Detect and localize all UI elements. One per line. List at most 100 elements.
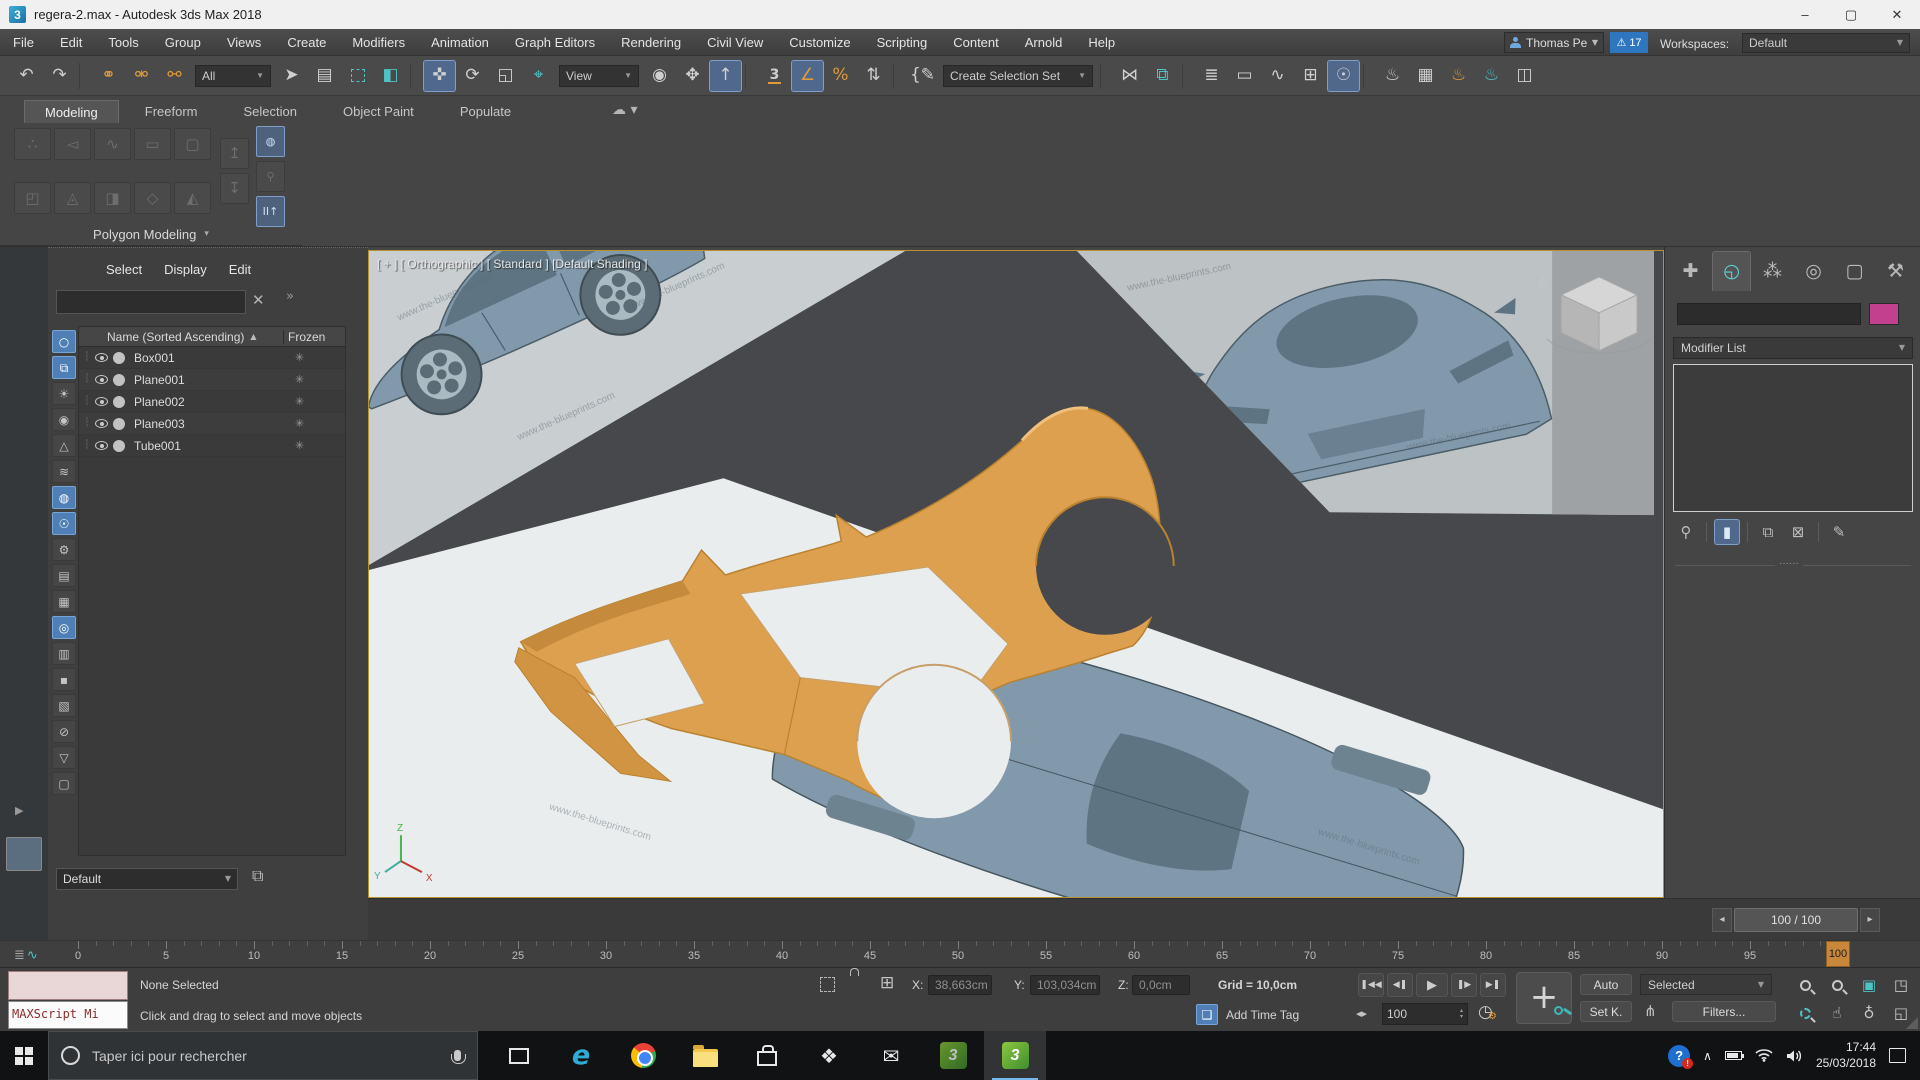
select-and-place-icon[interactable]: ⌖ — [522, 60, 555, 92]
go-to-end-button[interactable]: ▶❚ — [1480, 973, 1506, 997]
angle-snap-icon[interactable]: ∠ — [791, 60, 824, 92]
viewport[interactable]: [ + ] [ Orthographic ] [ Standard ] [Def… — [368, 250, 1664, 898]
configure-modifier-sets-icon[interactable]: ✎ — [1826, 519, 1852, 545]
user-account-dropdown[interactable]: Thomas Per... ▼ — [1504, 32, 1604, 53]
snaps-toggle-icon[interactable]: 3 — [758, 60, 791, 92]
time-tag-cube-icon[interactable]: ❑ — [1196, 1004, 1218, 1025]
menu-modifiers[interactable]: Modifiers — [339, 29, 418, 55]
ribbon-tool-icon[interactable]: ◇ — [134, 182, 171, 214]
ribbon-tab-freeform[interactable]: Freeform — [125, 100, 218, 123]
play-button[interactable]: ▶ — [1416, 973, 1448, 997]
pin-ribbon-icon[interactable]: ⚲ — [256, 161, 285, 192]
active-layer-dropdown[interactable]: Default▼ — [56, 868, 238, 890]
object-name[interactable]: Box001 — [134, 351, 287, 365]
display-spacewarps-icon[interactable]: ≋ — [52, 460, 76, 483]
display-containers-icon[interactable]: ⚙ — [52, 538, 76, 561]
frozen-column-header[interactable]: Frozen — [283, 330, 345, 344]
viewport-canvas[interactable]: www.the-blueprints.com www.the-blueprint… — [369, 251, 1663, 897]
collapse-down-icon[interactable]: ↧ — [220, 173, 249, 204]
explorer-menu-display[interactable]: Display — [164, 262, 207, 277]
ribbon-tool-icon[interactable]: ◅ — [54, 128, 91, 160]
display-cameras-icon[interactable]: ◉ — [52, 408, 76, 431]
edit-named-selection-sets-icon[interactable]: {✎ — [906, 60, 939, 92]
tray-expand-icon[interactable]: ∧ — [1703, 1050, 1712, 1062]
taskbar-3dsmax-active-icon[interactable]: 3 — [984, 1031, 1046, 1080]
reference-coordinate-system-dropdown[interactable]: View ▼ — [559, 65, 639, 87]
schematic-view-icon[interactable]: ⊞ — [1294, 60, 1327, 92]
display-all-icon[interactable]: ○ — [52, 330, 76, 353]
display-list2-icon[interactable]: ▪ — [52, 668, 76, 691]
viewport-label[interactable]: [ + ] [ Orthographic ] [ Standard ] [Def… — [377, 257, 648, 271]
name-column-header[interactable]: Name (Sorted Ascending) — [107, 330, 244, 344]
previous-frame-button[interactable]: ◀❚ — [1387, 973, 1413, 997]
current-frame-field[interactable]: 100 ▴▾ — [1382, 1003, 1468, 1025]
warning-badge[interactable]: ⚠ 17 — [1610, 32, 1648, 53]
menu-customize[interactable]: Customize — [776, 29, 863, 55]
time-configuration-icon[interactable]: ◷ — [1478, 1004, 1493, 1021]
menu-arnold[interactable]: Arnold — [1012, 29, 1076, 55]
auto-key-button[interactable]: Auto — [1580, 974, 1632, 995]
resize-grip[interactable] — [1906, 1017, 1918, 1029]
modifier-stack[interactable] — [1673, 364, 1913, 512]
menu-create[interactable]: Create — [274, 29, 339, 55]
set-keys-button[interactable]: + — [1516, 972, 1572, 1024]
ribbon-tab-modeling[interactable]: Modeling — [24, 100, 119, 123]
macro-recorder-box[interactable] — [8, 971, 128, 1000]
menu-views[interactable]: Views — [214, 29, 274, 55]
display-grids-icon[interactable]: ▦ — [52, 590, 76, 613]
menu-edit[interactable]: Edit — [47, 29, 95, 55]
ribbon-tool-icon[interactable]: ◰ — [14, 182, 51, 214]
show-end-result-icon[interactable]: ▮ — [1714, 519, 1740, 545]
display-helpers-icon[interactable]: △ — [52, 434, 76, 457]
clear-search-icon[interactable]: ✕ — [252, 293, 265, 308]
wifi-icon[interactable] — [1755, 1049, 1773, 1062]
remove-modifier-icon[interactable]: ⊠ — [1785, 519, 1811, 545]
list-header[interactable]: Name (Sorted Ascending) ▲ Frozen — [79, 327, 345, 347]
key-mode-toggle-icon[interactable]: ◂▸ — [1356, 1008, 1367, 1019]
menu-graph-editors[interactable]: Graph Editors — [502, 29, 608, 55]
redo-icon[interactable]: ↷ — [43, 60, 76, 92]
zoom-region-icon[interactable] — [1790, 1000, 1820, 1026]
go-to-start-button[interactable]: ❚◀◀ — [1358, 973, 1384, 997]
tab-display[interactable]: ▢ — [1835, 251, 1874, 291]
object-name[interactable]: Tube001 — [134, 439, 287, 453]
taskbar-edge-icon[interactable]: e — [550, 1031, 612, 1080]
menu-group[interactable]: Group — [152, 29, 214, 55]
display-shapes-icon[interactable]: ⧉ — [52, 356, 76, 379]
window-crossing-icon[interactable]: ◧ — [374, 60, 407, 92]
rectangular-selection-region-icon[interactable] — [341, 60, 374, 92]
visibility-eye-icon[interactable] — [95, 353, 108, 362]
table-row[interactable]: ┆Plane002✳ — [79, 391, 345, 413]
rendered-frame-window-icon[interactable]: ▦ — [1409, 60, 1442, 92]
workspace-dropdown[interactable]: Default▼ — [1742, 33, 1910, 53]
align-icon[interactable]: ⧉ — [1146, 60, 1179, 92]
menu-scripting[interactable]: Scripting — [864, 29, 941, 55]
tab-motion[interactable]: ◎ — [1794, 251, 1833, 291]
mini-curve-editor-icon[interactable]: ≣∿ — [14, 947, 38, 963]
microphone-icon[interactable] — [454, 1050, 461, 1061]
visibility-eye-icon[interactable] — [95, 397, 108, 406]
material-editor-icon[interactable]: ☉ — [1327, 60, 1360, 92]
tab-create[interactable]: ✚ — [1671, 251, 1710, 291]
preview-bulb-icon[interactable]: ◍ — [256, 126, 285, 157]
display-lights-icon[interactable]: ☀ — [52, 382, 76, 405]
viewcube-home-icon[interactable]: ⌂ — [1539, 273, 1547, 288]
zoom-extents-icon[interactable]: ▣ — [1854, 972, 1884, 998]
menu-rendering[interactable]: Rendering — [608, 29, 694, 55]
key-filters-icon[interactable]: ⋔ — [1644, 1004, 1657, 1019]
ribbon-tab-object-paint[interactable]: Object Paint — [323, 100, 434, 123]
filter-funnel-icon[interactable]: ▽ — [52, 746, 76, 769]
help-notification-icon[interactable]: ? — [1668, 1045, 1690, 1067]
pan-icon[interactable]: ☝ — [1822, 1000, 1852, 1026]
frozen-snowflake-icon[interactable]: ✳ — [287, 418, 345, 429]
table-row[interactable]: ┆Plane003✳ — [79, 413, 345, 435]
ribbon-tool-icon[interactable]: ∴ — [14, 128, 51, 160]
overflow-icon[interactable]: » — [286, 290, 294, 303]
visibility-eye-icon[interactable] — [95, 375, 108, 384]
tab-modify[interactable]: ◵ — [1712, 251, 1751, 291]
zoom-all-icon[interactable] — [1822, 972, 1852, 998]
select-and-scale-icon[interactable]: ◱ — [489, 60, 522, 92]
spinner-snap-icon[interactable]: ⇅ — [857, 60, 890, 92]
menu-help[interactable]: Help — [1075, 29, 1128, 55]
viewport-layout-tile[interactable] — [6, 837, 42, 871]
